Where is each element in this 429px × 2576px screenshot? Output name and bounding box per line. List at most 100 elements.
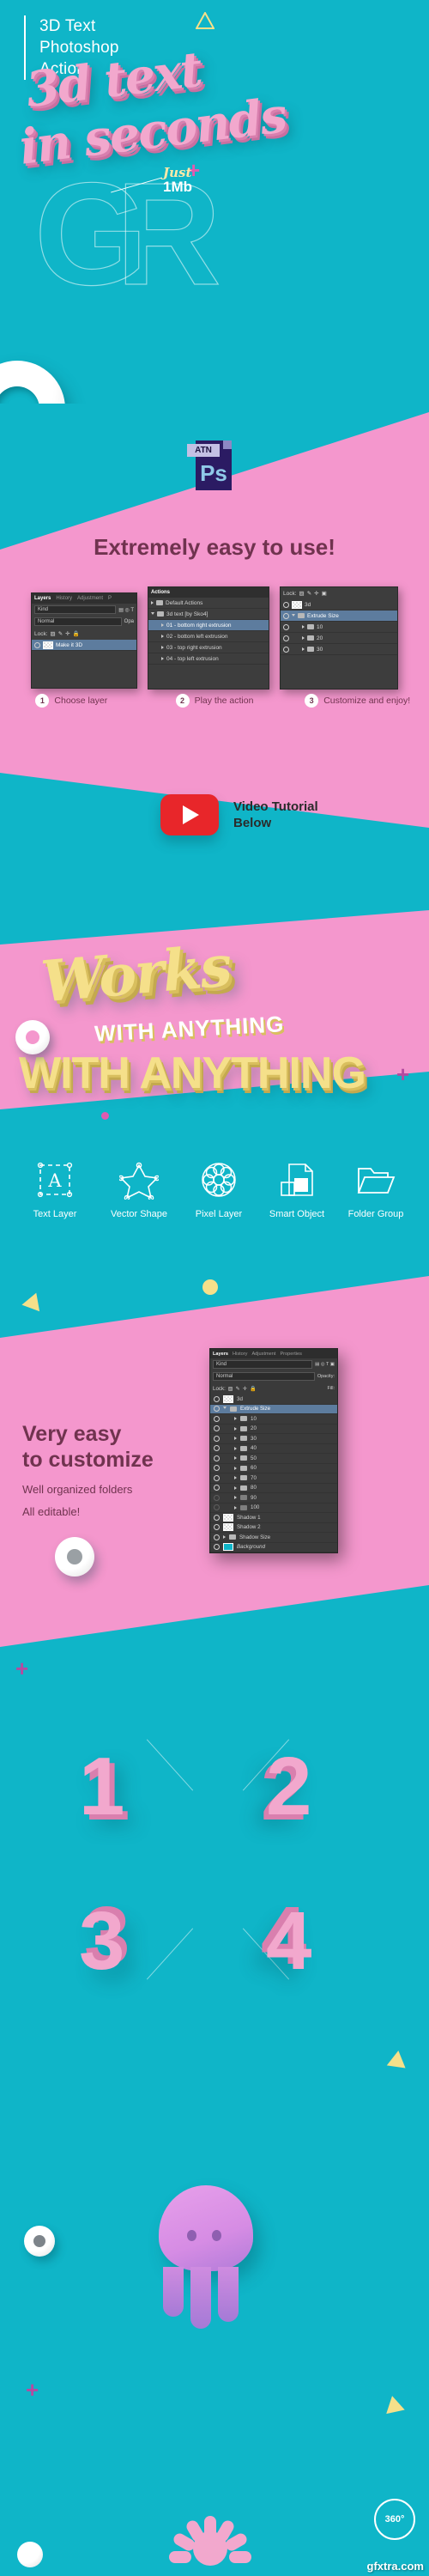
eye-icon[interactable]	[34, 641, 40, 648]
lock-row-mini[interactable]: Lock: ▨ ✎ ✛ ▣	[281, 587, 397, 599]
lock-transparent-icon[interactable]: ▨	[299, 590, 305, 597]
layer-row[interactable]: 40	[210, 1444, 337, 1454]
eye-icon[interactable]	[214, 1534, 220, 1540]
disclosure-arrow-icon[interactable]	[234, 1476, 237, 1480]
layer-row[interactable]: Background	[210, 1543, 337, 1552]
disclosure-arrow-icon[interactable]	[234, 1505, 237, 1510]
layer-row[interactable]: 50	[210, 1454, 337, 1464]
lock-all-icon[interactable]: ▣	[322, 590, 327, 597]
tab-properties[interactable]: P	[108, 596, 112, 601]
layers-panel-mini[interactable]: Layers History Adjustment P Kind ▤ ◎ T N…	[31, 592, 137, 689]
eye-icon[interactable]	[214, 1406, 220, 1413]
disclosure-arrow-icon[interactable]	[151, 601, 154, 605]
disclosure-arrow-icon[interactable]	[234, 1446, 237, 1450]
layer-row[interactable]: 90	[210, 1493, 337, 1504]
mini-layer-row-3d[interactable]: 3d	[281, 599, 397, 611]
disclosure-arrow-open-icon[interactable]	[151, 611, 154, 617]
layer-row[interactable]: Shadow 2	[210, 1523, 337, 1533]
tab-layers[interactable]: Layers	[213, 1352, 228, 1357]
disclosure-arrow-icon[interactable]	[161, 657, 164, 660]
eye-icon[interactable]	[214, 1425, 220, 1432]
disclosure-arrow-icon[interactable]	[223, 1535, 226, 1540]
eye-icon[interactable]	[214, 1524, 220, 1531]
actions-panel-mini[interactable]: Actions Default Actions 3d text [by Sko4…	[148, 586, 269, 690]
tab-layers[interactable]: Layers	[34, 596, 51, 601]
layer-row[interactable]: 70	[210, 1473, 337, 1484]
filter-type-icons[interactable]: ▤ ◎ T ▣	[315, 1362, 335, 1367]
eye-icon-hidden[interactable]	[214, 1504, 220, 1511]
eye-icon[interactable]	[214, 1415, 220, 1422]
disclosure-arrow-icon[interactable]	[234, 1417, 237, 1421]
eye-icon[interactable]	[214, 1395, 220, 1402]
disclosure-arrow-icon[interactable]	[302, 625, 305, 629]
panel-tab-bar[interactable]: Layers History Adjustment Properties	[210, 1349, 337, 1358]
layer-row[interactable]: Extrude Size	[210, 1404, 337, 1414]
layer-row[interactable]: 3d	[210, 1394, 337, 1405]
layers-panel-full[interactable]: Layers History Adjustment Properties Kin…	[209, 1348, 338, 1553]
action-row-01[interactable]: 01 - bottom right extrusion	[148, 620, 269, 631]
lock-brush-icon[interactable]: ✎	[236, 1386, 240, 1392]
action-row-3dtext[interactable]: 3d text [by Sko4]	[148, 609, 269, 620]
action-row-04[interactable]: 04 - top left extrusion	[148, 653, 269, 665]
filter-row[interactable]: Kind ▤ ◎ T ▣	[210, 1358, 337, 1370]
layer-row[interactable]: Shadow Size	[210, 1533, 337, 1543]
disclosure-arrow-open-icon[interactable]	[223, 1406, 227, 1411]
eye-icon[interactable]	[283, 623, 289, 630]
blend-mode-select[interactable]: Normal	[213, 1372, 315, 1381]
tab-actions[interactable]: Actions	[151, 590, 170, 595]
eye-icon[interactable]	[214, 1544, 220, 1551]
disclosure-arrow-icon[interactable]	[234, 1426, 237, 1431]
layer-row[interactable]: 30	[210, 1434, 337, 1444]
tab-adjustment[interactable]: Adjustment	[77, 596, 103, 601]
lock-row[interactable]: Lock: ▨ ✎ ✛ 🔒	[32, 628, 136, 640]
action-row-02[interactable]: 02 - bottom left extrusion	[148, 631, 269, 642]
action-row-03[interactable]: 03 - top right extrusion	[148, 642, 269, 653]
disclosure-arrow-open-icon[interactable]	[292, 613, 295, 618]
disclosure-arrow-icon[interactable]	[234, 1485, 237, 1490]
disclosure-arrow-icon[interactable]	[234, 1456, 237, 1461]
youtube-play-button[interactable]	[160, 794, 219, 835]
eye-icon[interactable]	[214, 1435, 220, 1442]
eye-icon-hidden[interactable]	[214, 1494, 220, 1501]
tab-history[interactable]: History	[233, 1352, 247, 1357]
lock-all-icon[interactable]: 🔒	[250, 1385, 257, 1392]
lock-brush-icon[interactable]: ✎	[307, 590, 311, 597]
blend-mode-row[interactable]: Normal Opa	[32, 616, 136, 628]
disclosure-arrow-icon[interactable]	[302, 647, 305, 651]
tab-history[interactable]: History	[56, 596, 72, 601]
layer-row[interactable]: 20	[210, 1425, 337, 1434]
disclosure-arrow-icon[interactable]	[234, 1496, 237, 1500]
tab-properties[interactable]: Properties	[280, 1352, 302, 1357]
eye-icon[interactable]	[214, 1455, 220, 1461]
disclosure-arrow-icon[interactable]	[161, 635, 164, 638]
blend-row[interactable]: Normal Opacity:	[210, 1370, 337, 1382]
action-row-default[interactable]: Default Actions	[148, 598, 269, 609]
actions-panel-tabs[interactable]: Actions	[148, 587, 269, 598]
lock-move-icon[interactable]: ✛	[65, 630, 69, 637]
blend-mode-select[interactable]: Normal	[34, 617, 122, 626]
mini-layer-row-30[interactable]: 30	[281, 644, 397, 655]
layers-panel-tabs[interactable]: Layers History Adjustment P	[32, 593, 136, 604]
mini-layer-row-10[interactable]: 10	[281, 622, 397, 633]
eye-icon[interactable]	[214, 1485, 220, 1492]
disclosure-arrow-icon[interactable]	[161, 623, 164, 627]
lock-row[interactable]: Lock: ▨ ✎ ✛ 🔒 Fill:	[210, 1382, 337, 1394]
layer-row-make-it-3d[interactable]: Make it 3D	[32, 640, 136, 651]
eye-icon[interactable]	[214, 1445, 220, 1452]
eye-icon[interactable]	[283, 646, 289, 653]
eye-icon[interactable]	[214, 1514, 220, 1521]
mini-layer-row-20[interactable]: 20	[281, 633, 397, 644]
eye-icon[interactable]	[283, 612, 289, 619]
disclosure-arrow-icon[interactable]	[234, 1437, 237, 1441]
layer-filter-kind[interactable]: Kind	[34, 605, 117, 614]
lock-transparent-icon[interactable]: ▨	[51, 630, 56, 637]
lock-brush-icon[interactable]: ✎	[58, 630, 63, 637]
layer-filter-row[interactable]: Kind ▤ ◎ T	[32, 604, 136, 616]
tab-adjustment[interactable]: Adjustment	[251, 1352, 275, 1357]
lock-all-icon[interactable]: 🔒	[73, 630, 80, 637]
layer-row[interactable]: 100	[210, 1504, 337, 1513]
lock-move-icon[interactable]: ✛	[243, 1386, 247, 1392]
layer-row[interactable]: 80	[210, 1484, 337, 1493]
disclosure-arrow-icon[interactable]	[302, 636, 305, 640]
filter-icons[interactable]: ▤ ◎ T	[118, 607, 134, 613]
